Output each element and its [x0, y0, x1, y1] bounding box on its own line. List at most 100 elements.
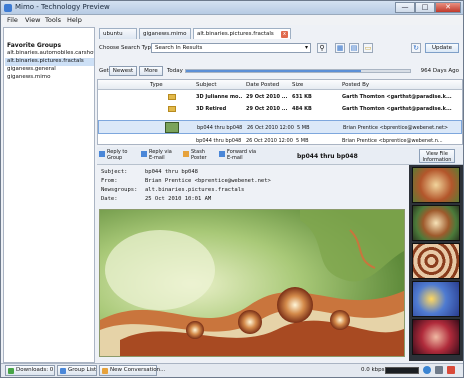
view-list-icon[interactable]: ▤ — [349, 43, 359, 53]
table-row[interactable]: bp044 thru bp048 26 Oct 2010 12:00 ... 5… — [98, 136, 462, 144]
row-subject: bp044 thru bp048 — [196, 138, 242, 144]
group-tabs: ubuntu giganews.mimo alt.binaries.pictur… — [97, 27, 463, 39]
search-type-label: Choose Search Type: — [99, 45, 157, 51]
alert-icon[interactable] — [447, 366, 455, 374]
table-row[interactable]: 3D Julianne mo... 29 Oct 2010 ... 631 KB… — [98, 92, 462, 102]
row-size: 5 MB — [296, 138, 309, 144]
sidebar-item-giganews-mimo[interactable]: giganews.mimo — [5, 74, 94, 82]
speed-meter — [385, 367, 419, 374]
row-poster: Garth Thomton <garthst@paradise.k... — [342, 94, 452, 100]
row-subject: 3D Julianne mo... — [196, 94, 242, 100]
thumbnail-4[interactable] — [412, 281, 460, 317]
stash-poster-button[interactable]: Stash Poster — [183, 149, 219, 163]
menu-bar: File View Tools Help — [1, 15, 463, 25]
fractal-image-preview[interactable] — [99, 209, 405, 357]
col-size[interactable]: Size — [292, 82, 303, 88]
date-key: Date: — [101, 196, 118, 202]
tab-fractals-label: alt.binaries.pictures.fractals — [197, 31, 274, 37]
folder-icon — [168, 94, 176, 100]
sidebar-item-giganews-general[interactable]: giganews.general — [5, 66, 94, 74]
row-date: 26 Oct 2010 12:00 ... — [246, 138, 294, 144]
forward-email-button[interactable]: Forward via E-mail — [219, 149, 265, 163]
row-subject: 3D Retired — [196, 106, 227, 112]
article-grid: Type Subject Date Posted Size Posted By … — [97, 79, 463, 145]
message-subject-header: bp044 thru bp048 — [297, 153, 358, 160]
table-row[interactable]: 3D Retired 29 Oct 2010 ... 484 KB Garth … — [98, 104, 462, 114]
speed-label: 0.0 kbps — [361, 367, 385, 373]
minimize-button[interactable]: — — [395, 2, 415, 13]
menu-view[interactable]: View — [25, 16, 40, 24]
message-headers: Subject: bp044 thru bp048 From: Brian Pr… — [99, 167, 404, 209]
group-list-label: Group List — [68, 367, 97, 373]
folder-view-icon[interactable]: ▭ — [363, 43, 373, 53]
from-value: Brian Prentice <bprentice@webenet.net> — [145, 178, 271, 184]
row-date: 29 Oct 2010 ... — [246, 94, 288, 100]
thumbnail-1[interactable] — [412, 167, 460, 203]
tab-fractals[interactable]: alt.binaries.pictures.fractals x — [193, 28, 291, 39]
menu-tools[interactable]: Tools — [45, 16, 61, 24]
reply-icon — [99, 151, 105, 157]
favorite-groups-header: Favorite Groups — [7, 42, 62, 49]
status-bar: Downloads: 0 Group List New Conversation… — [1, 363, 463, 377]
thumbnail-strip — [409, 165, 463, 361]
download-icon — [8, 368, 14, 374]
today-label: Today — [167, 68, 183, 74]
new-conversation-button[interactable]: New Conversation... — [99, 365, 165, 376]
reply-group-button[interactable]: Reply to Group — [99, 149, 139, 163]
row-size: 484 KB — [292, 106, 312, 112]
menu-help[interactable]: Help — [67, 16, 82, 24]
row-size: 5 MB — [297, 125, 310, 131]
settings-icon[interactable] — [435, 366, 443, 374]
sidebar-item-fractals[interactable]: alt.binaries.pictures.fractals — [5, 58, 94, 66]
newest-button[interactable]: Newest — [109, 66, 137, 76]
close-button[interactable]: ✕ — [435, 2, 461, 13]
image-icon — [165, 122, 179, 133]
row-poster: Garth Thomton <garthst@paradise.k... — [342, 106, 452, 112]
newsgroups-key: Newsgroups: — [101, 187, 138, 193]
close-tab-icon[interactable]: x — [281, 31, 288, 38]
search-bar: Choose Search Type: Search In Results ⚲ … — [97, 41, 463, 55]
stash-label-2: Poster — [191, 155, 207, 161]
col-type[interactable]: Type — [150, 82, 163, 88]
connection-icon[interactable] — [423, 366, 431, 374]
new-conversation-label: New Conversation... — [110, 367, 166, 373]
view-file-info-button[interactable]: View File Information — [419, 149, 455, 163]
more-button[interactable]: More — [139, 66, 163, 76]
date-range-fill — [186, 70, 361, 72]
forward-label-2: E-mail — [227, 155, 243, 161]
search-type-select[interactable]: Search In Results — [151, 43, 311, 53]
reply-email-button[interactable]: Reply via E-mail — [141, 149, 181, 163]
thumbnail-5[interactable] — [412, 319, 460, 355]
view-info-label-2: Information — [422, 157, 452, 163]
table-row-selected[interactable]: bp044 thru bp048 26 Oct 2010 12:00 ... 5… — [98, 120, 462, 134]
forward-icon — [219, 151, 225, 157]
col-subject[interactable]: Subject — [196, 82, 217, 88]
title-bar: Mimo - Technology Preview — □ ✕ — [1, 1, 463, 15]
col-posted-by[interactable]: Posted By — [342, 82, 369, 88]
col-date[interactable]: Date Posted — [246, 82, 279, 88]
reply-email-icon — [141, 151, 147, 157]
tab-giganews-mimo[interactable]: giganews.mimo — [139, 28, 191, 39]
reply-email-label-2: E-mail — [149, 155, 165, 161]
days-ago-label: 964 Days Ago — [420, 68, 459, 74]
date-range-slider[interactable] — [185, 69, 411, 73]
group-list-button[interactable]: Group List — [57, 365, 97, 376]
downloads-button[interactable]: Downloads: 0 — [5, 365, 55, 376]
menu-file[interactable]: File — [7, 16, 18, 24]
thumbnail-2[interactable] — [412, 205, 460, 241]
view-grid-icon[interactable]: ▦ — [335, 43, 345, 53]
tab-ubuntu[interactable]: ubuntu — [99, 28, 137, 39]
row-subject: bp044 thru bp048 — [197, 125, 243, 131]
refresh-icon[interactable]: ↻ — [411, 43, 421, 53]
app-icon — [4, 4, 12, 12]
row-size: 631 KB — [292, 94, 312, 100]
fractal-image — [100, 210, 404, 356]
row-poster: Brian Prentice <bprentice@webenet.net> — [343, 125, 449, 131]
maximize-button[interactable]: □ — [415, 2, 435, 13]
sidebar-item-carshows[interactable]: alt.binaries.automobiles.carshows — [5, 50, 94, 58]
update-button[interactable]: Update — [425, 43, 459, 53]
search-go-icon[interactable]: ⚲ — [317, 43, 327, 53]
thumbnail-3[interactable] — [412, 243, 460, 279]
grid-header: Type Subject Date Posted Size Posted By — [98, 80, 462, 90]
message-action-bar: Reply to Group Reply via E-mail Stash Po… — [97, 147, 463, 165]
